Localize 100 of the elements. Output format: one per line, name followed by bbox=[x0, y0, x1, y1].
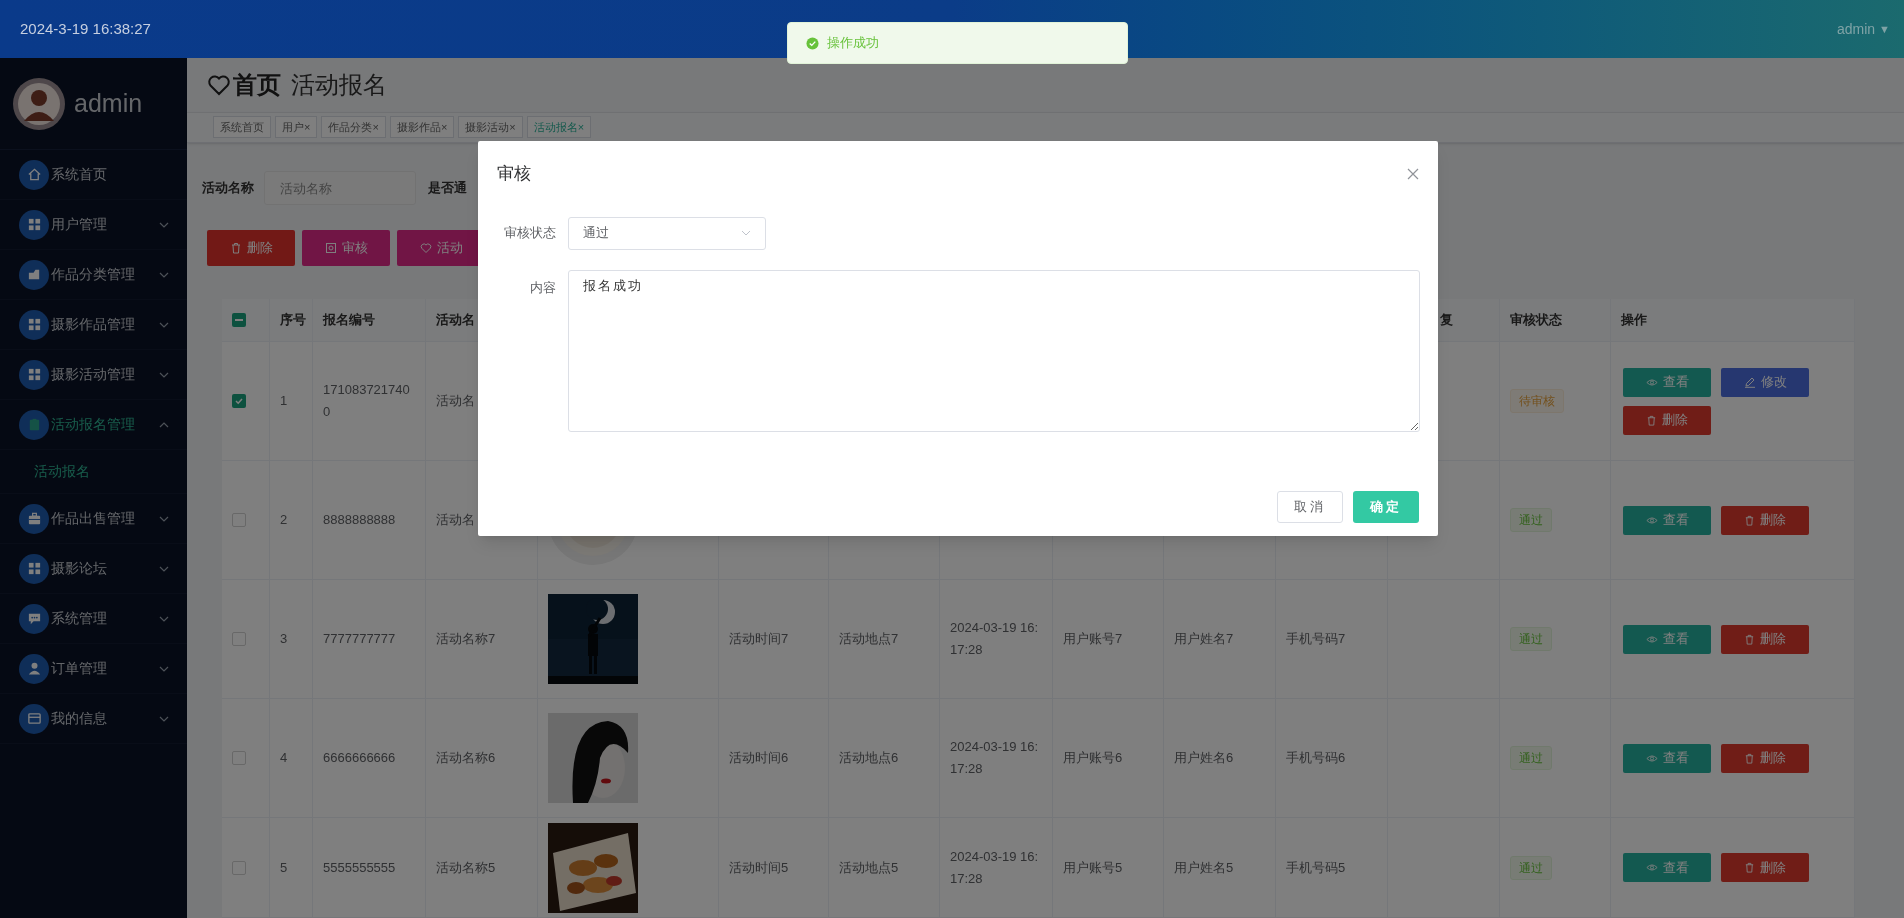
trash-icon bbox=[1744, 862, 1755, 873]
action-button[interactable]: 查看 bbox=[1623, 853, 1711, 882]
action-button[interactable]: 查看 bbox=[1623, 367, 1711, 397]
sidebar-item[interactable]: 摄影活动管理 bbox=[0, 350, 187, 400]
check-icon bbox=[234, 396, 244, 406]
sidebar-item[interactable]: 订单管理 bbox=[0, 644, 187, 694]
user-name: admin bbox=[74, 87, 143, 119]
table-cell-text: 活动地点7 bbox=[839, 630, 899, 648]
table-cell-text: 6666666666 bbox=[323, 749, 397, 767]
table-cell-text: 8888888888 bbox=[323, 511, 397, 529]
sidebar-item[interactable]: 活动报名管理 bbox=[0, 400, 187, 450]
tab[interactable]: 用户× bbox=[275, 116, 318, 139]
table-cell-text: 活动地点5 bbox=[839, 858, 899, 877]
action-button[interactable]: 修改 bbox=[1721, 367, 1809, 397]
close-button[interactable] bbox=[1407, 167, 1419, 180]
clipboard-icon bbox=[19, 409, 49, 440]
table-cell-text: 活动时间5 bbox=[729, 858, 789, 877]
trash-icon bbox=[1744, 514, 1755, 526]
filter-label: 活动名称 bbox=[202, 179, 254, 198]
table-cell-text: 活动名称5 bbox=[436, 858, 496, 877]
table-cell-text: 活动名称7 bbox=[436, 630, 496, 648]
column-header: 序号 bbox=[280, 311, 306, 330]
table-cell-text: 3 bbox=[280, 630, 288, 648]
pencil-icon bbox=[1743, 376, 1756, 388]
eye-icon bbox=[1645, 515, 1658, 525]
user-menu[interactable]: admin ▼ bbox=[1836, 18, 1890, 40]
chevron-down-icon bbox=[741, 230, 751, 236]
sidebar-item[interactable]: 系统首页 bbox=[0, 150, 187, 200]
tab[interactable]: 系统首页 bbox=[213, 116, 271, 139]
sidebar-item[interactable]: 作品出售管理 bbox=[0, 494, 187, 544]
dialog-title: 审核 bbox=[497, 163, 531, 185]
sidebar-item[interactable]: 摄影作品管理 bbox=[0, 300, 187, 350]
trash-icon bbox=[1646, 414, 1657, 426]
heart-icon bbox=[419, 242, 432, 254]
column-header: 活动名 bbox=[436, 311, 475, 330]
grid-icon bbox=[19, 553, 49, 584]
table-cell-text: 活动时间7 bbox=[729, 630, 789, 648]
toolbar-button[interactable]: 审核 bbox=[302, 230, 390, 266]
breadcrumb-current: 活动报名 bbox=[291, 69, 387, 100]
card-icon bbox=[19, 703, 49, 734]
status-tag: 通过 bbox=[1510, 627, 1552, 651]
table-cell-text: 活动名 bbox=[436, 392, 475, 410]
sidebar-item[interactable]: 用户管理 bbox=[0, 200, 187, 250]
sidebar-item[interactable]: 系统管理 bbox=[0, 594, 187, 644]
form-label: 内容 bbox=[529, 278, 557, 297]
table-cell-text: 2 bbox=[280, 511, 288, 529]
eye-icon bbox=[1645, 377, 1658, 387]
action-button[interactable]: 删除 bbox=[1721, 505, 1809, 535]
sidebar-subitem[interactable]: 活动报名 bbox=[0, 450, 187, 494]
column-header: 审核状态 bbox=[1510, 311, 1562, 330]
tab[interactable]: 作品分类× bbox=[321, 116, 386, 139]
table-cell-text: 用户账号5 bbox=[1063, 858, 1123, 877]
cancel-button[interactable]: 取消 bbox=[1277, 491, 1343, 523]
status-tag: 待审核 bbox=[1510, 389, 1564, 413]
table-cell-text: 手机号码6 bbox=[1286, 749, 1346, 767]
status-tag: 通过 bbox=[1510, 508, 1552, 532]
table-cell-text: 活动时间6 bbox=[729, 749, 789, 767]
action-button[interactable]: 删除 bbox=[1623, 405, 1711, 435]
tab[interactable]: 活动报名× bbox=[526, 116, 592, 139]
toolbar-button[interactable]: 删除 bbox=[207, 230, 295, 266]
sidebar-item[interactable]: 我的信息 bbox=[0, 694, 187, 744]
table-cell-text: 4 bbox=[280, 749, 288, 767]
toast-message: 操作成功 bbox=[827, 34, 879, 53]
briefcase-icon bbox=[19, 503, 49, 534]
row-checkbox[interactable] bbox=[232, 394, 246, 408]
trash-icon bbox=[1744, 633, 1755, 645]
person-icon bbox=[19, 653, 49, 684]
form-label: 审核状态 bbox=[503, 224, 557, 243]
close-icon bbox=[1407, 167, 1419, 180]
action-button[interactable]: 删除 bbox=[1721, 853, 1809, 882]
table-cell-text: 用户账号7 bbox=[1063, 630, 1123, 648]
table-cell-text: 7777777777 bbox=[323, 630, 397, 648]
sidebar-item[interactable]: 作品分类管理 bbox=[0, 250, 187, 300]
action-button[interactable]: 查看 bbox=[1623, 624, 1711, 654]
content-textarea[interactable]: 报名成功 bbox=[568, 269, 1420, 432]
sidebar-item[interactable]: 摄影论坛 bbox=[0, 544, 187, 594]
table-cell-text: 1710837217400 bbox=[323, 381, 411, 421]
table-cell-text: 2024-03-19 16: 17:28 bbox=[950, 738, 1039, 778]
column-header: 复 bbox=[1440, 311, 1453, 330]
action-button[interactable]: 查看 bbox=[1623, 743, 1711, 773]
column-header: 操作 bbox=[1621, 311, 1647, 330]
action-button[interactable]: 删除 bbox=[1721, 743, 1809, 773]
table-cell-text: 2024-03-19 16: 17:28 bbox=[950, 847, 1039, 888]
table-cell-text: 2024-03-19 16: 17:28 bbox=[950, 619, 1039, 659]
eye-icon bbox=[1645, 753, 1658, 763]
column-header: 报名编号 bbox=[323, 311, 375, 330]
status-select[interactable]: 通过 bbox=[568, 216, 766, 250]
table-cell-text: 用户姓名7 bbox=[1174, 630, 1234, 648]
trash-icon bbox=[1744, 752, 1755, 764]
tab[interactable]: 摄影作品× bbox=[389, 116, 455, 139]
select-all-checkbox[interactable] bbox=[232, 313, 246, 327]
action-button[interactable]: 查看 bbox=[1623, 505, 1711, 535]
datetime-text: 2024-3-19 16:38:27 bbox=[20, 18, 151, 39]
tab[interactable]: 摄影活动× bbox=[458, 116, 523, 139]
grid-icon bbox=[19, 209, 49, 240]
action-button[interactable]: 删除 bbox=[1721, 624, 1809, 654]
confirm-button[interactable]: 确定 bbox=[1353, 491, 1419, 523]
table-cell-text: 用户账号6 bbox=[1063, 749, 1123, 767]
status-tag: 通过 bbox=[1510, 855, 1552, 880]
breadcrumb-home[interactable]: 首页 bbox=[207, 66, 281, 103]
